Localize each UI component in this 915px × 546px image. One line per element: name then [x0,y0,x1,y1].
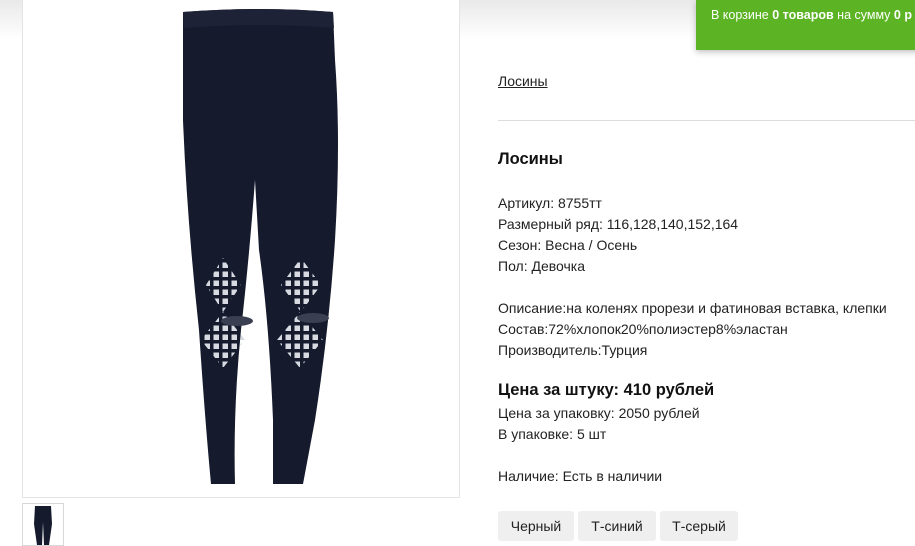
manufacturer-text: Производитель:Турция [498,342,648,358]
gender-text: Пол: Девочка [498,258,586,274]
cart-summary-text: В корзине 0 товаров на сумму 0 р [711,8,912,22]
pack-price: Цена за упаковку: 2050 рублей [498,405,700,421]
composition-text: Состав:72%хлопок20%полиэстер8%эластан [498,321,788,337]
description-text: Описание:на коленях прорези и фатиновая … [498,300,887,316]
color-option-dark-gray[interactable]: Т-серый [660,511,738,541]
breadcrumb-link[interactable]: Лосины [498,73,548,89]
unit-price: Цена за штуку: 410 рублей [498,381,715,399]
leggings-illustration [183,9,338,484]
pack-quantity: В упаковке: 5 шт [498,426,607,442]
color-option-dark-blue[interactable]: Т-синий [578,511,656,541]
article-text: Артикул: 8755тт [498,195,602,211]
cart-summary-banner[interactable]: В корзине 0 товаров на сумму 0 р [696,0,915,50]
leggings-mini-illustration [34,506,52,545]
product-title: Лосины [498,150,563,168]
availability-text: Наличие: Есть в наличии [498,468,663,484]
size-range-text: Размерный ряд: 116,128,140,152,164 [498,216,739,232]
divider [498,120,915,121]
small-thumbnail[interactable] [22,503,64,546]
product-image[interactable] [22,0,460,498]
season-text: Сезон: Весна / Осень [498,237,638,253]
color-option-black[interactable]: Черный [498,511,574,541]
